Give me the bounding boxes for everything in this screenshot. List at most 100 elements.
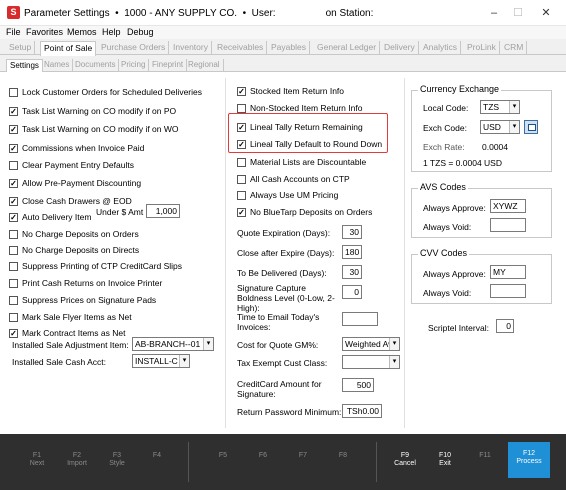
exch-code-select[interactable]: USD ▾ — [480, 120, 520, 134]
exch-rate-value: 0.0004 — [482, 142, 508, 152]
tab-prolink[interactable]: ProLink — [464, 41, 500, 55]
checkbox[interactable]: ✓ — [9, 329, 18, 338]
tab-regional[interactable]: Regional — [185, 59, 224, 72]
menu-file[interactable]: File — [6, 26, 21, 39]
function-key-f7[interactable]: F7 — [284, 434, 322, 490]
function-key-f2[interactable]: F2 Import — [58, 434, 96, 490]
tab-settings[interactable]: Settings — [6, 59, 43, 73]
menu-favorites[interactable]: Favorites — [26, 26, 63, 39]
minimize-button[interactable]: – — [484, 6, 504, 20]
checkbox[interactable]: ✓ — [9, 144, 18, 153]
function-key-f5[interactable]: F5 — [204, 434, 242, 490]
checkbox[interactable] — [9, 296, 18, 305]
checkbox[interactable] — [9, 161, 18, 170]
menu-help[interactable]: Help — [102, 26, 121, 39]
tax-exempt-class-select[interactable]: ▾ — [342, 355, 400, 369]
checkbox[interactable]: ✓ — [9, 179, 18, 188]
function-key-code: F3 — [112, 452, 122, 459]
tab-fineprint[interactable]: Fineprint — [149, 59, 188, 72]
tab-names[interactable]: Names — [41, 59, 74, 72]
checkbox[interactable] — [9, 279, 18, 288]
email-invoices-time-label: Time to Email Today's Invoices: — [237, 312, 320, 332]
quote-expiration-label: Quote Expiration (Days): — [237, 228, 331, 238]
function-key-f3[interactable]: F3 Style — [98, 434, 136, 490]
checkbox[interactable] — [237, 191, 246, 200]
installed-sale-adjustment-select[interactable]: AB-BRANCH--01 ▾ — [132, 337, 214, 351]
cost-quote-gm-select[interactable]: Weighted Av ▾ — [342, 337, 400, 351]
function-key-f11[interactable]: F11 — [466, 434, 504, 490]
function-key-f9[interactable]: F9 Cancel — [386, 434, 424, 490]
checkbox[interactable]: ✓ — [237, 208, 246, 217]
chevron-down-icon[interactable]: ▾ — [203, 338, 213, 350]
cvv-approve-input[interactable]: MY — [490, 265, 526, 279]
maximize-button[interactable]: ☐ — [508, 6, 528, 20]
close-after-expire-input[interactable]: 180 — [342, 245, 362, 259]
checkbox[interactable] — [237, 104, 246, 113]
function-key-f8[interactable]: F8 — [324, 434, 362, 490]
chevron-down-icon[interactable]: ▾ — [389, 356, 399, 368]
chevron-down-icon[interactable]: ▾ — [389, 338, 399, 350]
local-code-select[interactable]: TZS ▾ — [480, 100, 520, 114]
creditcard-signature-input[interactable]: 500 — [342, 378, 374, 392]
avs-void-input[interactable] — [490, 218, 526, 232]
function-key-f6[interactable]: F6 — [244, 434, 282, 490]
checkbox-label: All Cash Accounts on CTP — [250, 174, 350, 184]
checkbox[interactable] — [237, 158, 246, 167]
signature-boldness-input[interactable]: 0 — [342, 285, 362, 299]
tab-receivables[interactable]: Receivables — [214, 41, 268, 55]
tab-payables[interactable]: Payables — [268, 41, 310, 55]
quote-expiration-input[interactable]: 30 — [342, 225, 362, 239]
tab-crm[interactable]: CRM — [501, 41, 528, 55]
checkbox[interactable] — [9, 88, 18, 97]
function-key-f10[interactable]: F10 Exit — [426, 434, 464, 490]
scriptel-interval-input[interactable]: 0 — [496, 319, 514, 333]
tab-delivery[interactable]: Delivery — [381, 41, 419, 55]
exchange-lookup-icon[interactable] — [524, 120, 538, 134]
tab-general-ledger[interactable]: General Ledger — [314, 41, 381, 55]
installed-sale-cash-select[interactable]: INSTALL-C ▾ — [132, 354, 190, 368]
chevron-down-icon[interactable]: ▾ — [509, 121, 519, 133]
checkbox[interactable] — [9, 230, 18, 239]
tab-documents[interactable]: Documents — [72, 59, 120, 72]
menu-bar: File Favorites Memos Help Debug — [0, 26, 566, 39]
column-divider — [225, 78, 226, 428]
checkbox[interactable]: ✓ — [9, 107, 18, 116]
tab-purchase-orders[interactable]: Purchase Orders — [98, 41, 170, 55]
return-password-input[interactable]: TSh0.00 — [342, 404, 382, 418]
cvv-void-label: Always Void: — [423, 288, 472, 298]
function-key-f4[interactable]: F4 — [138, 434, 176, 490]
checkbox[interactable] — [9, 262, 18, 271]
cvv-void-input[interactable] — [490, 284, 526, 298]
menu-debug[interactable]: Debug — [127, 26, 154, 39]
under-amt-input[interactable]: 1,000 — [146, 204, 180, 218]
tab-pricing[interactable]: Pricing — [118, 59, 150, 72]
under-amt-label: Under $ Amt — [96, 207, 144, 217]
function-key-code: F12 — [522, 450, 536, 457]
tab-setup[interactable]: Setup — [6, 41, 36, 55]
checkbox[interactable]: ✓ — [9, 213, 18, 222]
checkbox-label: Clear Payment Entry Defaults — [22, 160, 134, 170]
function-key-code: F10 — [438, 452, 452, 459]
tab-point-of-sale[interactable]: Point of Sale — [40, 41, 97, 56]
function-key-code: F1 — [32, 452, 42, 459]
close-button[interactable]: ✕ — [536, 6, 556, 20]
email-invoices-time-input[interactable] — [342, 312, 378, 326]
checkbox[interactable] — [237, 175, 246, 184]
main-tab-bar: Setup Point of Sale Purchase Orders Inve… — [0, 40, 566, 56]
installed-sale-cash-label: Installed Sale Cash Acct: — [12, 357, 107, 367]
to-be-delivered-input[interactable]: 30 — [342, 265, 362, 279]
checkbox[interactable] — [9, 313, 18, 322]
menu-memos[interactable]: Memos — [67, 26, 97, 39]
checkbox[interactable]: ✓ — [237, 87, 246, 96]
chevron-down-icon[interactable]: ▾ — [179, 355, 189, 367]
checkbox[interactable]: ✓ — [9, 125, 18, 134]
function-key-f12[interactable]: F12 Process — [508, 442, 550, 478]
function-key-f1[interactable]: F1 Next — [18, 434, 56, 490]
checkbox[interactable] — [9, 246, 18, 255]
chevron-down-icon[interactable]: ▾ — [509, 101, 519, 113]
checkbox-label: Always Use UM Pricing — [250, 190, 339, 200]
avs-approve-input[interactable]: XYWZ — [490, 199, 526, 213]
tab-analytics[interactable]: Analytics — [420, 41, 462, 55]
checkbox[interactable]: ✓ — [9, 197, 18, 206]
tab-inventory[interactable]: Inventory — [170, 41, 212, 55]
